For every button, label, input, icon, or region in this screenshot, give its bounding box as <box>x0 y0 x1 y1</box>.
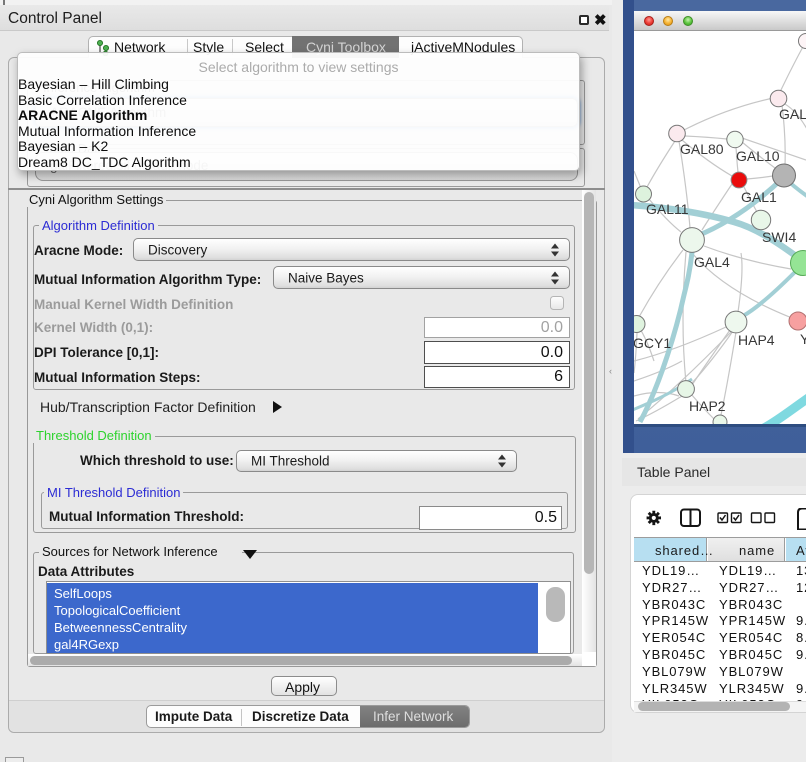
svg-text:GAL7: GAL7 <box>779 106 806 122</box>
svg-text:SWI4: SWI4 <box>762 229 796 245</box>
svg-text:GAL1: GAL1 <box>741 189 777 205</box>
svg-text:GCY1: GCY1 <box>634 335 671 351</box>
svg-text:GAL11: GAL11 <box>646 201 689 217</box>
svg-text:GAL80: GAL80 <box>680 141 724 157</box>
svg-text:HAP4: HAP4 <box>738 332 775 348</box>
svg-text:YM: YM <box>800 331 806 347</box>
svg-text:GAL10: GAL10 <box>736 148 780 164</box>
svg-text:HAP2: HAP2 <box>689 398 726 414</box>
svg-text:GAL4: GAL4 <box>694 254 730 270</box>
